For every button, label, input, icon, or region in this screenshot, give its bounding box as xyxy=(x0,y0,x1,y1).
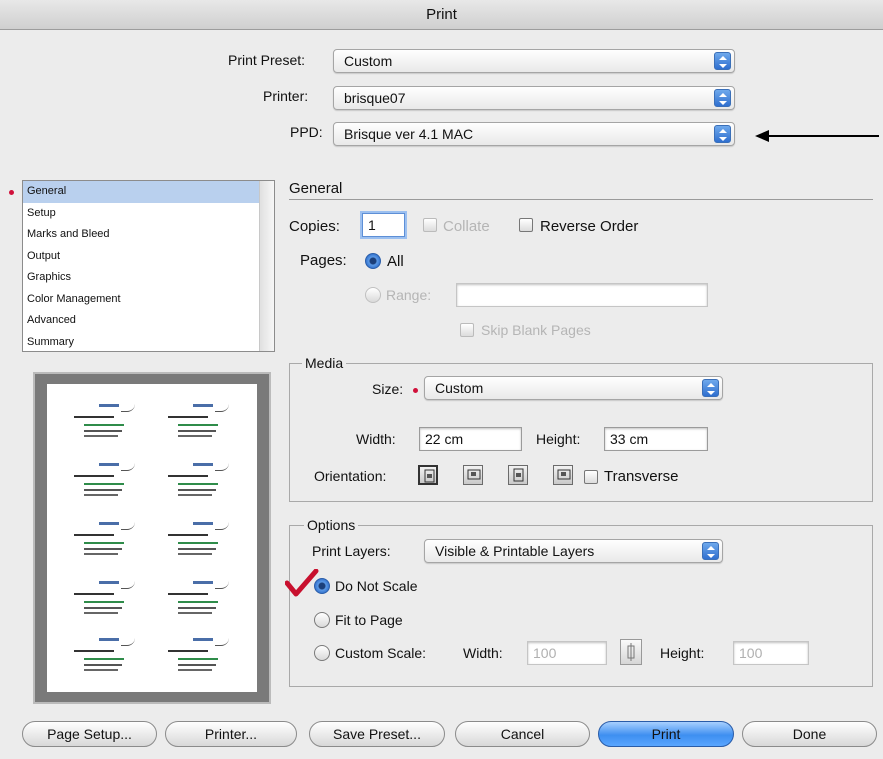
ppd-popup[interactable]: Brisque ver 4.1 MAC xyxy=(333,122,735,146)
pages-range-label: Range: xyxy=(386,287,432,303)
scale-width-field[interactable]: 100 xyxy=(527,641,607,665)
print-layers-value: Visible & Printable Layers xyxy=(435,543,595,559)
pages-all-radio[interactable] xyxy=(365,253,381,269)
preview-page xyxy=(47,384,257,692)
red-checkmark-icon xyxy=(285,569,319,597)
preview-card xyxy=(69,636,139,682)
orientation-landscape-icon[interactable] xyxy=(463,465,483,485)
section-item-general[interactable]: General xyxy=(23,181,274,203)
done-button[interactable]: Done xyxy=(742,721,877,747)
page-setup-button[interactable]: Page Setup... xyxy=(22,721,157,747)
skip-blank-pages-label: Skip Blank Pages xyxy=(481,322,591,338)
print-preset-value: Custom xyxy=(344,53,393,69)
list-scrollbar[interactable] xyxy=(259,181,274,351)
media-size-popup[interactable]: Custom xyxy=(424,376,723,400)
pages-range-radio[interactable] xyxy=(365,287,381,303)
section-list[interactable]: General Setup Marks and Bleed Output Gra… xyxy=(22,180,275,352)
preview-card xyxy=(69,402,139,448)
general-divider xyxy=(289,199,873,200)
constrain-proportions-icon[interactable] xyxy=(620,639,642,665)
general-heading: General xyxy=(289,180,343,197)
preview-card xyxy=(69,520,139,566)
required-dot-icon xyxy=(9,190,14,195)
ppd-value: Brisque ver 4.1 MAC xyxy=(344,126,474,142)
preview-card xyxy=(163,520,233,566)
printer-popup[interactable]: brisque07 xyxy=(333,86,735,110)
popup-arrows-icon xyxy=(702,542,719,560)
section-item-advanced[interactable]: Advanced xyxy=(23,310,274,332)
custom-scale-radio[interactable] xyxy=(314,645,330,661)
orientation-label: Orientation: xyxy=(314,468,387,484)
section-item-setup[interactable]: Setup xyxy=(23,203,274,225)
fit-to-page-radio[interactable] xyxy=(314,612,330,628)
preview-card xyxy=(163,636,233,682)
orientation-reverse-portrait-icon[interactable] xyxy=(508,465,528,485)
pages-all-label: All xyxy=(387,253,404,270)
reverse-order-label: Reverse Order xyxy=(540,218,639,235)
popup-arrows-icon xyxy=(714,125,731,143)
collate-checkbox[interactable] xyxy=(423,218,437,232)
preview-card xyxy=(163,461,233,507)
transverse-label: Transverse xyxy=(604,468,679,485)
collate-label: Collate xyxy=(443,218,490,235)
scale-height-field[interactable]: 100 xyxy=(733,641,809,665)
section-item-summary[interactable]: Summary xyxy=(23,332,274,354)
print-preview xyxy=(33,372,271,704)
section-item-output[interactable]: Output xyxy=(23,246,274,268)
scale-width-label: Width: xyxy=(463,645,503,661)
media-size-value: Custom xyxy=(435,380,484,396)
options-heading: Options xyxy=(304,517,359,533)
preview-card xyxy=(163,402,233,448)
size-label: Size: xyxy=(372,381,404,397)
reverse-order-checkbox[interactable] xyxy=(519,218,533,232)
section-item-marks-and-bleed[interactable]: Marks and Bleed xyxy=(23,224,274,246)
media-width-label: Width: xyxy=(356,431,396,447)
printer-value: brisque07 xyxy=(344,90,406,106)
print-layers-popup[interactable]: Visible & Printable Layers xyxy=(424,539,723,563)
media-height-label: Height: xyxy=(536,431,581,447)
popup-arrows-icon xyxy=(714,52,731,70)
popup-arrows-icon xyxy=(714,89,731,107)
printer-button[interactable]: Printer... xyxy=(165,721,297,747)
window-title-bar: Print xyxy=(0,0,883,30)
fit-to-page-label: Fit to Page xyxy=(335,612,403,628)
required-dot-icon xyxy=(413,388,418,393)
transverse-checkbox[interactable] xyxy=(584,470,598,484)
copies-label: Copies: xyxy=(289,218,340,235)
printer-label: Printer: xyxy=(263,88,309,104)
media-height-field[interactable]: 33 cm xyxy=(604,427,708,451)
section-item-graphics[interactable]: Graphics xyxy=(23,267,274,289)
scale-height-label: Height: xyxy=(660,645,705,661)
pages-label: Pages: xyxy=(300,252,347,269)
section-item-color-management[interactable]: Color Management xyxy=(23,289,274,311)
orientation-portrait-icon[interactable] xyxy=(418,465,438,485)
pages-range-field[interactable] xyxy=(456,283,708,307)
preview-card xyxy=(69,461,139,507)
window-title: Print xyxy=(426,6,457,23)
preview-card xyxy=(163,579,233,625)
custom-scale-label: Custom Scale: xyxy=(335,645,427,661)
do-not-scale-label: Do Not Scale xyxy=(335,578,418,594)
popup-arrows-icon xyxy=(702,379,719,397)
print-button[interactable]: Print xyxy=(598,721,734,747)
print-layers-label: Print Layers: xyxy=(312,543,391,559)
preview-card xyxy=(69,579,139,625)
cancel-button[interactable]: Cancel xyxy=(455,721,590,747)
copies-field[interactable]: 1 xyxy=(362,213,405,237)
media-heading: Media xyxy=(302,355,347,371)
media-width-field[interactable]: 22 cm xyxy=(419,427,522,451)
save-preset-button[interactable]: Save Preset... xyxy=(309,721,445,747)
ppd-label: PPD: xyxy=(290,124,323,140)
print-preset-label: Print Preset: xyxy=(228,52,306,68)
orientation-reverse-landscape-icon[interactable] xyxy=(553,465,573,485)
skip-blank-pages-checkbox[interactable] xyxy=(460,323,474,337)
annotation-arrow-icon xyxy=(755,130,879,142)
print-preset-popup[interactable]: Custom xyxy=(333,49,735,73)
